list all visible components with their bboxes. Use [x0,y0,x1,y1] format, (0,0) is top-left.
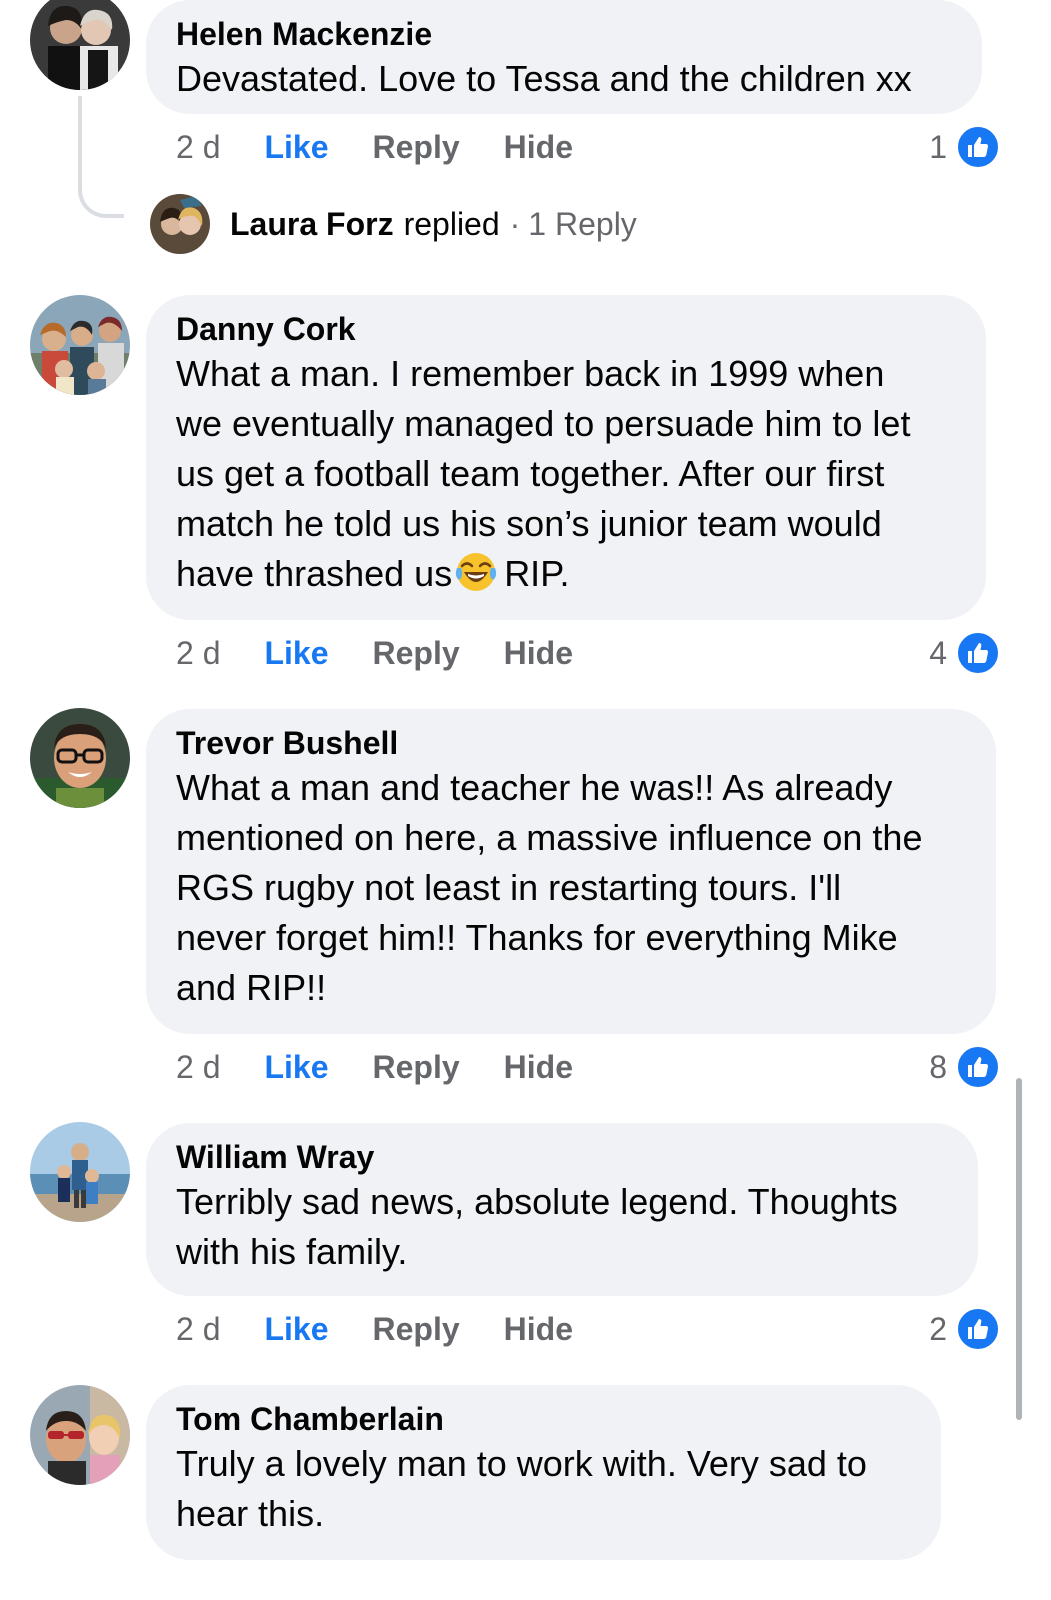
hide-button[interactable]: Hide [504,1311,573,1348]
hide-button[interactable]: Hide [504,129,573,166]
hide-button[interactable]: Hide [504,1049,573,1086]
reply-button[interactable]: Reply [373,1049,460,1086]
view-replies-link[interactable]: Laura Forz replied · 1 Reply [150,194,637,254]
comment-author[interactable]: Trevor Bushell [176,723,966,763]
reply-button[interactable]: Reply [373,129,460,166]
comment-actions: 2 d Like Reply Hide [176,1304,617,1354]
replier-name: Laura Forz [230,205,394,242]
like-thumbs-up-icon [955,1306,1001,1352]
reaction-summary[interactable]: 4 [929,628,1001,678]
like-button[interactable]: Like [264,1311,328,1348]
comment-author[interactable]: Helen Mackenzie [176,14,952,54]
comment-actions: 2 d Like Reply Hide [176,628,617,678]
hide-button[interactable]: Hide [504,635,573,672]
reply-button[interactable]: Reply [373,635,460,672]
like-thumbs-up-icon [955,124,1001,170]
avatar[interactable] [30,1385,130,1485]
avatar[interactable] [30,0,130,90]
face-with-tears-of-joy-emoji [454,550,498,594]
comment-bubble: Tom Chamberlain Truly a lovely man to wo… [146,1385,941,1560]
like-thumbs-up-icon [955,630,1001,676]
comment-text: What a man. I remember back in 1999 when… [176,349,956,599]
comment-text: What a man and teacher he was!! As alrea… [176,767,923,1008]
comment-text: Devastated. Love to Tessa and the childr… [176,58,912,99]
reply-count: 1 Reply [528,205,637,242]
comment-text: Terribly sad news, absolute legend. Thou… [176,1181,898,1272]
comment-time[interactable]: 2 d [176,129,220,166]
reaction-count: 2 [929,1310,947,1347]
comment-actions: 2 d Like Reply Hide [176,1042,617,1092]
reaction-count: 4 [929,634,947,671]
comment-time[interactable]: 2 d [176,1311,220,1348]
comment-bubble: Danny Cork What a man. I remember back i… [146,295,986,620]
comment-time[interactable]: 2 d [176,635,220,672]
avatar[interactable] [30,1122,130,1222]
scrollbar[interactable] [1016,1078,1022,1420]
reaction-summary[interactable]: 8 [929,1042,1001,1092]
reaction-summary[interactable]: 2 [929,1304,1001,1354]
comment-bubble: William Wray Terribly sad news, absolute… [146,1123,978,1296]
reaction-count: 8 [929,1048,947,1085]
comment-bubble: Helen Mackenzie Devastated. Love to Tess… [146,0,982,114]
avatar[interactable] [30,708,130,808]
comment-author[interactable]: William Wray [176,1137,948,1177]
reaction-summary[interactable]: 1 [929,122,1001,172]
like-button[interactable]: Like [264,1049,328,1086]
replied-label: replied [403,205,500,242]
comment-text: Truly a lovely man to work with. Very sa… [176,1443,867,1534]
comment-time[interactable]: 2 d [176,1049,220,1086]
comment-author[interactable]: Danny Cork [176,309,956,349]
comment-actions: 2 d Like Reply Hide [176,122,617,172]
comment-author[interactable]: Tom Chamberlain [176,1399,911,1439]
like-button[interactable]: Like [264,129,328,166]
thread-connector-line [78,96,124,218]
avatar [150,194,210,254]
comment-text-end: RIP. [504,553,570,594]
avatar[interactable] [30,295,130,395]
reaction-count: 1 [929,128,947,165]
comment-bubble: Trevor Bushell What a man and teacher he… [146,709,996,1034]
like-thumbs-up-icon [955,1044,1001,1090]
like-button[interactable]: Like [264,635,328,672]
separator-dot: · [509,205,521,242]
reply-button[interactable]: Reply [373,1311,460,1348]
